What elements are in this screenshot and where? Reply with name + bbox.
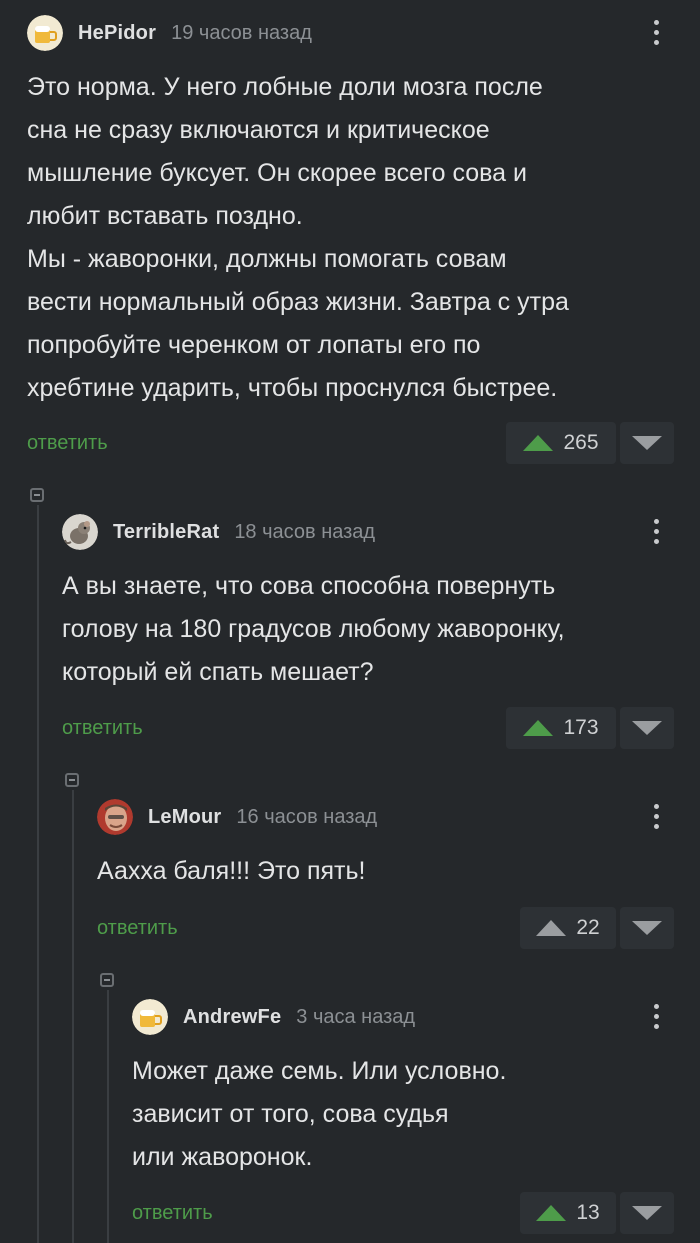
more-options-icon[interactable] <box>652 519 660 549</box>
vote-count: 265 <box>563 431 599 454</box>
collapse-thread-toggle[interactable] <box>30 488 44 502</box>
timestamp: 16 часов назад <box>236 805 378 828</box>
collapse-thread-toggle[interactable] <box>65 773 79 787</box>
timestamp: 19 часов назад <box>171 21 312 44</box>
downvote-button[interactable] <box>620 707 674 749</box>
reply-link[interactable]: ответить <box>132 1202 213 1225</box>
upvote-button[interactable]: 173 <box>506 707 616 749</box>
upvote-button[interactable]: 22 <box>520 907 616 949</box>
downvote-arrow-icon <box>632 721 662 735</box>
username[interactable]: AndrewFe <box>183 1006 281 1029</box>
comment-text: Аахха баля!!! Это пять! <box>97 857 366 885</box>
username[interactable]: TerribleRat <box>113 521 219 544</box>
upvote-arrow-icon <box>536 920 567 936</box>
timestamp: 3 часа назад <box>296 1005 416 1028</box>
reply-link[interactable]: ответить <box>62 717 143 740</box>
more-options-icon[interactable] <box>652 1004 660 1034</box>
username[interactable]: LeMour <box>148 806 221 829</box>
thread-line-level-3 <box>107 990 109 1243</box>
person-photo-avatar[interactable] <box>97 799 133 835</box>
more-options-icon[interactable] <box>652 804 660 834</box>
upvote-button[interactable]: 13 <box>520 1192 616 1234</box>
reply-link[interactable]: ответить <box>97 917 178 940</box>
vote-count: 173 <box>563 716 599 739</box>
vote-count: 13 <box>576 1201 600 1224</box>
downvote-arrow-icon <box>632 1206 662 1220</box>
thread-line-level-1 <box>37 505 39 1243</box>
comment-text: Это норма. У него лобные доли мозга посл… <box>27 73 569 402</box>
downvote-button[interactable] <box>620 1192 674 1234</box>
downvote-button[interactable] <box>620 907 674 949</box>
username[interactable]: HePidor <box>78 22 156 45</box>
vote-count: 22 <box>576 916 600 939</box>
comment-text: А вы знаете, что сова способна повернуть… <box>62 572 565 686</box>
downvote-arrow-icon <box>632 921 662 935</box>
downvote-button[interactable] <box>620 422 674 464</box>
reply-link[interactable]: ответить <box>27 432 108 455</box>
downvote-arrow-icon <box>632 436 662 450</box>
beer-mug-avatar[interactable] <box>132 999 168 1035</box>
comment-text: Может даже семь. Или условно. зависит от… <box>132 1057 507 1171</box>
upvote-arrow-icon <box>523 435 554 451</box>
upvote-arrow-icon <box>523 720 554 736</box>
more-options-icon[interactable] <box>652 20 660 50</box>
upvote-arrow-icon <box>536 1205 567 1221</box>
rat-avatar[interactable] <box>62 514 98 550</box>
timestamp: 18 часов назад <box>234 520 376 543</box>
upvote-button[interactable]: 265 <box>506 422 616 464</box>
thread-line-level-2 <box>72 790 74 1243</box>
beer-mug-avatar[interactable] <box>27 15 63 51</box>
collapse-thread-toggle[interactable] <box>100 973 114 987</box>
